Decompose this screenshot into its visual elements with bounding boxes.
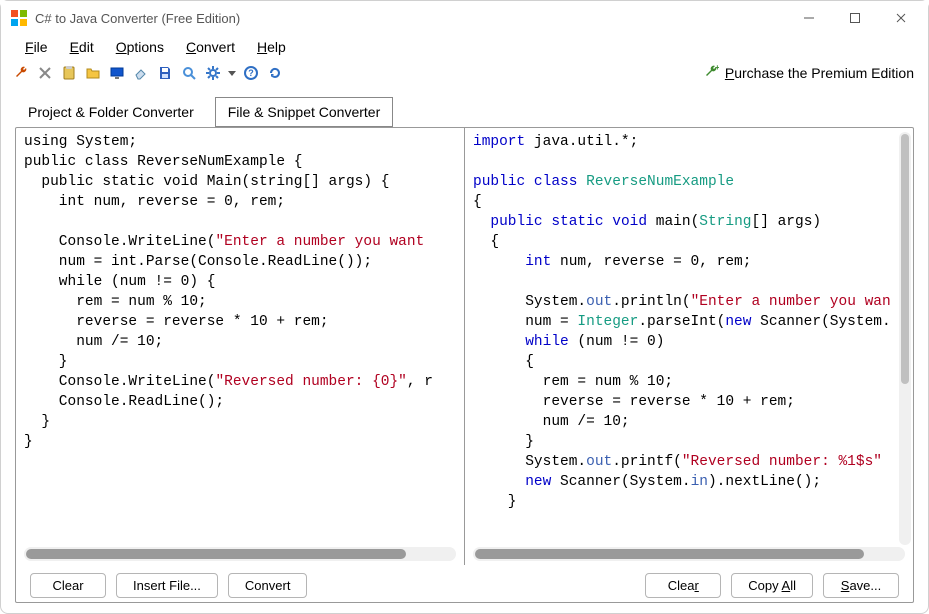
paste-icon[interactable] [59,63,79,83]
monitor-icon[interactable] [107,63,127,83]
svg-text:?: ? [248,68,254,78]
window-title: C# to Java Converter (Free Edition) [35,11,240,26]
eraser-icon[interactable] [131,63,151,83]
tab-file-snippet-converter[interactable]: File & Snippet Converter [215,97,394,127]
refresh-icon[interactable] [265,63,285,83]
wrench-plus-icon: + [703,64,719,83]
purchase-premium-link[interactable]: + Purchase the Premium Edition [703,64,914,83]
wrench-icon[interactable] [11,63,31,83]
clear-source-button[interactable]: Clear [30,573,106,598]
menu-options[interactable]: Options [106,37,174,57]
target-editor-panel: import java.util.*; public class Reverse… [465,128,913,565]
target-horizontal-scrollbar[interactable] [473,547,905,561]
save-disk-icon[interactable] [155,63,175,83]
maximize-button[interactable] [832,3,878,33]
toolbar: ? [11,63,285,83]
source-editor-panel: using System; public class ReverseNumExa… [16,128,465,565]
target-code-editor[interactable]: import java.util.*; public class Reverse… [465,128,913,547]
close-button[interactable] [878,3,924,33]
gear-dropdown-icon[interactable] [227,63,237,83]
svg-text:+: + [715,64,719,72]
menu-convert[interactable]: Convert [176,37,245,57]
source-horizontal-scrollbar[interactable] [24,547,456,561]
open-folder-icon[interactable] [83,63,103,83]
button-row: Clear Insert File... Convert Clear Copy … [16,565,913,602]
clear-target-button[interactable]: Clear [645,573,721,598]
menu-edit[interactable]: Edit [60,37,104,57]
save-button[interactable]: Save... [823,573,899,598]
menu-file[interactable]: File [15,37,58,57]
insert-file-button[interactable]: Insert File... [116,573,218,598]
target-vertical-scrollbar[interactable] [899,132,911,545]
tabs: Project & Folder Converter File & Snippe… [1,89,928,127]
toolbar-row: ? + Purchase the Premium Edition [1,63,928,89]
minimize-button[interactable] [786,3,832,33]
tab-project-folder-converter[interactable]: Project & Folder Converter [15,97,207,127]
menu-help[interactable]: Help [247,37,296,57]
convert-button[interactable]: Convert [228,573,308,598]
source-code-editor[interactable]: using System; public class ReverseNumExa… [16,128,464,547]
cut-icon[interactable] [35,63,55,83]
gear-icon[interactable] [203,63,223,83]
titlebar: C# to Java Converter (Free Edition) [1,1,928,35]
menubar: File Edit Options Convert Help [1,35,928,63]
help-icon[interactable]: ? [241,63,261,83]
magnifier-icon[interactable] [179,63,199,83]
editor-container: using System; public class ReverseNumExa… [15,127,914,603]
copy-all-button[interactable]: Copy All [731,573,813,598]
app-icon [11,10,27,26]
